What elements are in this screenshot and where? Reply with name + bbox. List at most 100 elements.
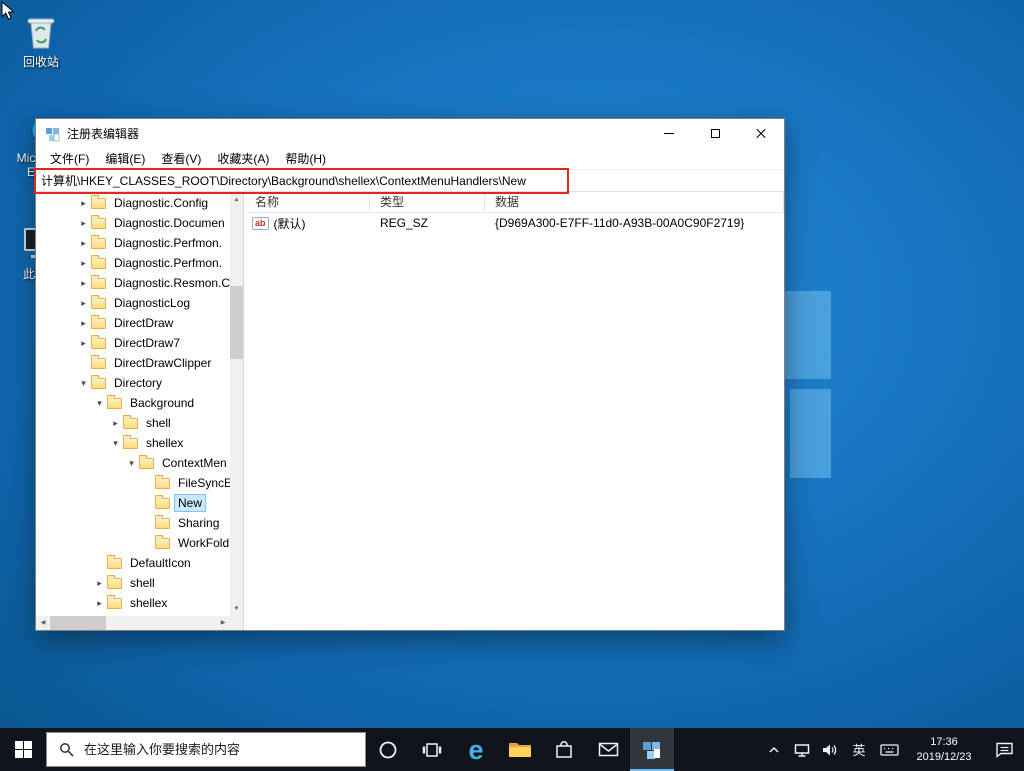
vertical-scrollbar[interactable]: ▲ xyxy=(230,193,243,616)
regedit-taskbar-button[interactable] xyxy=(630,728,674,771)
cortana-button[interactable] xyxy=(366,728,410,771)
expander-icon[interactable]: ▾ xyxy=(92,398,107,409)
folder-icon xyxy=(91,278,106,289)
tree-item-label: Diagnostic.Perfmon. xyxy=(111,235,225,251)
tree-item-label: Sharing xyxy=(175,515,222,531)
maximize-button[interactable] xyxy=(692,119,738,148)
expander-icon[interactable]: ▸ xyxy=(76,218,91,229)
mail-button[interactable] xyxy=(586,728,630,771)
wallpaper-logo-beam xyxy=(779,291,831,379)
expander-icon[interactable]: ▸ xyxy=(76,258,91,269)
menu-bar: 文件(F) 编辑(E) 查看(V) 收藏夹(A) 帮助(H) xyxy=(36,148,784,169)
expander-icon[interactable]: ▸ xyxy=(76,338,91,349)
expander-icon[interactable]: ▾ xyxy=(108,438,123,449)
scroll-right-icon[interactable]: ▶ xyxy=(216,616,230,630)
tree-item[interactable]: Sharing xyxy=(36,513,230,533)
taskbar-clock[interactable]: 17:36 2019/12/23 xyxy=(904,735,984,764)
scroll-up-icon[interactable]: ▲ xyxy=(230,193,243,207)
tree-item-label: shell xyxy=(143,415,174,431)
tree-item[interactable]: ▾ ContextMen xyxy=(36,453,230,473)
tree-item[interactable]: ▸ shellex xyxy=(36,593,230,613)
horizontal-scrollbar[interactable]: ◀ ▶ xyxy=(36,616,230,630)
menu-item[interactable]: 查看(V) xyxy=(153,148,209,169)
tree-item[interactable]: ▸ Diagnostic.Config xyxy=(36,193,230,213)
tree-item[interactable]: DirectDrawClipper xyxy=(36,353,230,373)
hidden-icons-chevron[interactable] xyxy=(760,728,788,771)
value-row[interactable]: ab (默认) REG_SZ {D969A300-E7FF-11d0-A93B-… xyxy=(245,213,784,233)
expander-icon[interactable]: ▸ xyxy=(76,318,91,329)
folder-icon xyxy=(91,218,106,229)
wallpaper-logo-beam xyxy=(790,389,831,478)
file-explorer-button[interactable] xyxy=(498,728,542,771)
expander-icon[interactable]: ▸ xyxy=(76,238,91,249)
search-input[interactable] xyxy=(84,742,334,757)
tree-item[interactable]: ▸ Diagnostic.Resmon.C xyxy=(36,273,230,293)
folder-icon xyxy=(123,418,138,429)
window-title: 注册表编辑器 xyxy=(67,125,139,142)
task-view-button[interactable] xyxy=(410,728,454,771)
tree-item-label: DirectDraw xyxy=(111,315,176,331)
folder-icon xyxy=(107,398,122,409)
taskbar-search[interactable] xyxy=(46,732,366,767)
action-center-icon[interactable] xyxy=(984,728,1024,771)
tree-item[interactable]: ▸ Diagnostic.Documen xyxy=(36,213,230,233)
tree-item[interactable]: ▸ DirectDraw xyxy=(36,313,230,333)
registry-tree: ▸ Diagnostic.Config ▸ Diagnostic.Documen xyxy=(36,193,230,616)
expander-icon[interactable]: ▸ xyxy=(76,198,91,209)
tree-item[interactable]: ▸ shell xyxy=(36,413,230,433)
scroll-left-icon[interactable]: ◀ xyxy=(36,616,50,630)
volume-icon[interactable] xyxy=(816,728,844,771)
expander-icon[interactable]: ▸ xyxy=(92,578,107,589)
tree-item-label: DiagnosticLog xyxy=(111,295,193,311)
expander-icon[interactable]: ▸ xyxy=(108,418,123,429)
tree-item[interactable]: ▸ shell xyxy=(36,573,230,593)
folder-icon xyxy=(123,438,138,449)
scrollbar-thumb[interactable] xyxy=(230,286,243,359)
minimize-button[interactable] xyxy=(646,119,692,148)
menu-item[interactable]: 帮助(H) xyxy=(277,148,334,169)
tree-item[interactable]: ▾ Background xyxy=(36,393,230,413)
column-header-data[interactable]: 数据 xyxy=(485,193,784,212)
tree-item-label: DirectDraw7 xyxy=(111,335,183,351)
tree-item[interactable]: ▾ shellex xyxy=(36,433,230,453)
tree-item[interactable]: FileSyncE xyxy=(36,473,230,493)
folder-icon xyxy=(91,378,106,389)
tree-item-label: WorkFold xyxy=(175,535,230,551)
expander-icon[interactable]: ▸ xyxy=(92,598,107,609)
tree-item[interactable]: DefaultIcon xyxy=(36,553,230,573)
expander-icon[interactable]: ▾ xyxy=(76,378,91,389)
column-header-name[interactable]: 名称 xyxy=(245,193,370,212)
tree-item-label: ContextMen xyxy=(159,455,230,471)
input-language-indicator[interactable]: 英 xyxy=(844,728,874,771)
tree-item[interactable]: WorkFold xyxy=(36,533,230,553)
store-button[interactable] xyxy=(542,728,586,771)
expander-icon[interactable]: ▾ xyxy=(124,458,139,469)
tree-item[interactable]: ▸ Diagnostic.Perfmon. xyxy=(36,233,230,253)
start-button[interactable] xyxy=(0,728,46,771)
scroll-down-icon[interactable]: ▼ xyxy=(230,602,243,616)
title-bar[interactable]: 注册表编辑器 xyxy=(36,119,784,148)
tree-item-label: Diagnostic.Config xyxy=(111,195,211,211)
close-button[interactable] xyxy=(738,119,784,148)
network-icon[interactable] xyxy=(788,728,816,771)
list-header: 名称 类型 数据 xyxy=(245,193,784,213)
folder-icon xyxy=(91,258,106,269)
column-header-type[interactable]: 类型 xyxy=(370,193,485,212)
menu-item[interactable]: 文件(F) xyxy=(42,148,97,169)
regedit-app-icon xyxy=(45,126,61,142)
clock-time: 17:36 xyxy=(904,735,984,749)
expander-icon[interactable]: ▸ xyxy=(76,298,91,309)
string-value-icon: ab xyxy=(252,217,269,230)
tree-item[interactable]: ▸ DiagnosticLog xyxy=(36,293,230,313)
touch-keyboard-icon[interactable] xyxy=(874,728,904,771)
expander-icon[interactable]: ▸ xyxy=(76,278,91,289)
address-bar[interactable]: 计算机\HKEY_CLASSES_ROOT\Directory\Backgrou… xyxy=(36,169,784,192)
edge-taskbar-button[interactable]: e xyxy=(454,728,498,771)
scrollbar-thumb[interactable] xyxy=(50,616,106,630)
menu-item[interactable]: 编辑(E) xyxy=(97,148,153,169)
tree-item[interactable]: ▾ Directory xyxy=(36,373,230,393)
tree-item[interactable]: New xyxy=(36,493,230,513)
tree-item[interactable]: ▸ DirectDraw7 xyxy=(36,333,230,353)
menu-item[interactable]: 收藏夹(A) xyxy=(209,148,277,169)
tree-item[interactable]: ▸ Diagnostic.Perfmon. xyxy=(36,253,230,273)
